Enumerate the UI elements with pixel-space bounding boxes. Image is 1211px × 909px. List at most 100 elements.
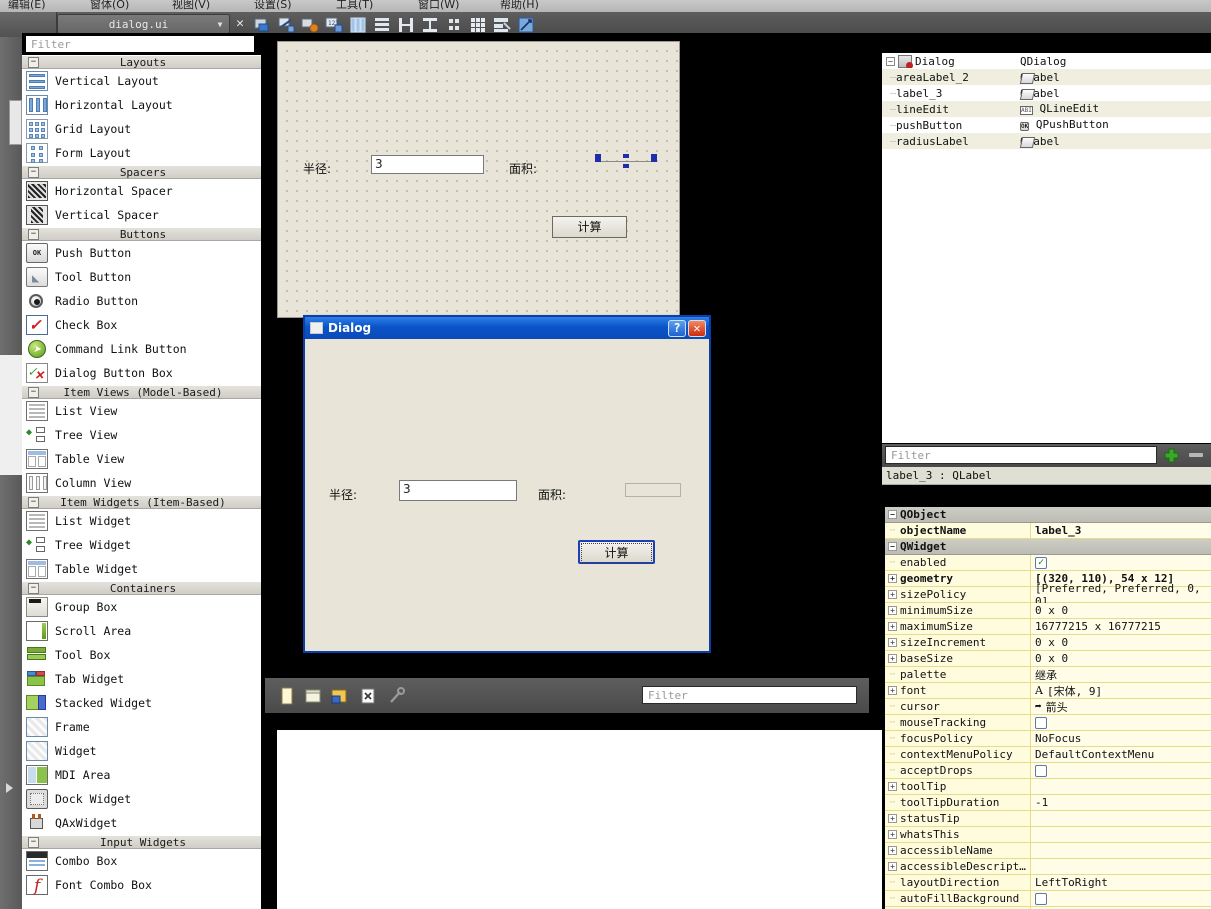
selection-handle-left[interactable]	[595, 154, 601, 162]
layout-vertically-icon[interactable]	[372, 15, 392, 35]
widget-box-item[interactable]: Table Widget	[22, 557, 261, 581]
collapse-icon[interactable]: −	[28, 56, 39, 68]
property-value[interactable]: DefaultContextMenu	[1031, 747, 1211, 762]
widget-category-header[interactable]: − Containers	[22, 581, 261, 595]
property-value[interactable]: -1	[1031, 795, 1211, 810]
expand-icon[interactable]: +	[888, 782, 897, 791]
expand-icon[interactable]: +	[888, 590, 897, 599]
menu-item-form[interactable]: 窗体(O)	[90, 0, 129, 12]
widget-category-header[interactable]: − Layouts	[22, 55, 261, 69]
widget-box-item[interactable]: Grid Layout	[22, 117, 261, 141]
property-value[interactable]	[1031, 891, 1211, 906]
widget-box-item[interactable]: Column View	[22, 471, 261, 495]
menu-item-settings[interactable]: 设置(S)	[254, 0, 292, 12]
close-form-button[interactable]: ✕	[232, 16, 248, 32]
property-value[interactable]	[1031, 779, 1211, 794]
widget-category-header[interactable]: − Buttons	[22, 227, 261, 241]
checkbox-checked-icon[interactable]: ✓	[1035, 556, 1047, 569]
new-resource-file-icon[interactable]	[277, 686, 297, 706]
widget-box-item[interactable]: ◆ Tree Widget	[22, 533, 261, 557]
widget-box-item[interactable]: MDI Area	[22, 763, 261, 787]
edit-resource-icon[interactable]	[329, 686, 349, 706]
form-selected-label-label_3[interactable]	[595, 154, 657, 170]
widget-box-item[interactable]: Tab Widget	[22, 667, 261, 691]
widget-box-item[interactable]: Group Box	[22, 595, 261, 619]
menu-item-view[interactable]: 视图(V)	[172, 0, 210, 12]
property-row[interactable]: ┈ mouseTracking	[885, 715, 1211, 731]
collapse-icon[interactable]: −	[28, 166, 39, 178]
property-row[interactable]: + accessibleDescript…	[885, 859, 1211, 875]
close-window-button[interactable]: ✕	[688, 319, 706, 337]
resource-filter-input[interactable]: Filter	[642, 686, 857, 704]
remove-property-icon[interactable]	[1186, 447, 1206, 464]
widget-category-header[interactable]: − Item Widgets (Item-Based)	[22, 495, 261, 509]
widget-box-item[interactable]: Horizontal Layout	[22, 93, 261, 117]
property-value[interactable]: A [宋体, 9]	[1031, 683, 1211, 698]
widget-box-item[interactable]: ◆ Tree View	[22, 423, 261, 447]
property-value[interactable]	[1031, 715, 1211, 730]
property-value[interactable]	[1031, 763, 1211, 778]
property-row[interactable]: + maximumSize 16777215 x 16777215	[885, 619, 1211, 635]
selection-handle-right[interactable]	[651, 154, 657, 162]
widget-category-header[interactable]: − Spacers	[22, 165, 261, 179]
collapse-icon[interactable]: −	[28, 228, 39, 240]
widget-box-item[interactable]: Table View	[22, 447, 261, 471]
widget-box-item[interactable]: QAxWidget	[22, 811, 261, 835]
widget-box-item[interactable]: ✓ ✕ Dialog Button Box	[22, 361, 261, 385]
form-area-label[interactable]: 面积:	[509, 160, 537, 177]
property-value[interactable]: 继承	[1031, 667, 1211, 682]
open-form-combobox[interactable]: dialog.ui ▼	[57, 14, 230, 34]
collapse-icon[interactable]: −	[888, 542, 897, 551]
widget-box-item[interactable]: Dock Widget	[22, 787, 261, 811]
property-row[interactable]: ┈ layoutDirection LeftToRight	[885, 875, 1211, 891]
widget-box-item[interactable]: ✓ Check Box	[22, 313, 261, 337]
property-row[interactable]: + sizePolicy [Preferred, Preferred, 0, 0]	[885, 582, 1211, 608]
property-row[interactable]: ┈ palette 继承	[885, 667, 1211, 683]
property-row[interactable]: ┈ cursor ➦ 箭头	[885, 699, 1211, 715]
widget-box-item[interactable]: Tool Box	[22, 643, 261, 667]
expand-icon[interactable]: +	[888, 814, 897, 823]
widget-box-item[interactable]: Vertical Spacer	[22, 203, 261, 227]
property-row[interactable]: + toolTip	[885, 779, 1211, 795]
property-value[interactable]: ➦ 箭头	[1031, 699, 1211, 714]
widget-box-item[interactable]: ◣ Tool Button	[22, 265, 261, 289]
menu-item-window[interactable]: 窗口(W)	[418, 0, 459, 12]
property-value[interactable]	[1031, 827, 1211, 842]
widget-box-item[interactable]: ➤ Command Link Button	[22, 337, 261, 361]
layout-horizontally-icon[interactable]	[348, 15, 368, 35]
preview-radius-input[interactable]: 3	[399, 480, 517, 501]
collapse-icon[interactable]: −	[28, 386, 39, 398]
layout-grid-icon[interactable]	[468, 15, 488, 35]
layout-form-icon[interactable]	[444, 15, 464, 35]
property-row[interactable]: ┈ autoFillBackground	[885, 891, 1211, 907]
help-button[interactable]: ?	[668, 319, 686, 337]
widget-box-item[interactable]: List View	[22, 399, 261, 423]
property-row[interactable]: ┈ contextMenuPolicy DefaultContextMenu	[885, 747, 1211, 763]
expand-icon[interactable]: +	[888, 622, 897, 631]
widget-box-item[interactable]: Combo Box	[22, 849, 261, 873]
property-value[interactable]: 0 x 0	[1031, 603, 1211, 618]
edit-tab-order-icon[interactable]: 123	[324, 15, 344, 35]
collapse-icon[interactable]: −	[28, 496, 39, 508]
collapse-icon[interactable]: −	[28, 836, 39, 848]
menu-item-help[interactable]: 帮助(H)	[500, 0, 539, 12]
expand-icon[interactable]: +	[888, 830, 897, 839]
form-calc-button[interactable]: 计算	[552, 216, 627, 238]
property-value[interactable]: NoFocus	[1031, 731, 1211, 746]
object-inspector-row[interactable]: ┈areaLabel_2 QLabel	[882, 69, 1211, 85]
widget-box-item[interactable]: Scroll Area	[22, 619, 261, 643]
form-design-canvas[interactable]: 半径: 3 面积: 计算	[277, 41, 680, 318]
widget-box-item[interactable]: Stacked Widget	[22, 691, 261, 715]
property-row[interactable]: ┈ enabled ✓	[885, 555, 1211, 571]
open-resource-file-icon[interactable]	[303, 686, 323, 706]
property-row[interactable]: ┈ acceptDrops	[885, 763, 1211, 779]
property-row[interactable]: ┈ toolTipDuration -1	[885, 795, 1211, 811]
property-row[interactable]: + accessibleName	[885, 843, 1211, 859]
expand-icon[interactable]: +	[888, 574, 897, 583]
checkbox-unchecked-icon[interactable]	[1035, 764, 1047, 777]
collapse-icon[interactable]: −	[28, 582, 39, 594]
form-radius-label[interactable]: 半径:	[303, 160, 331, 177]
property-editor-table[interactable]: − QObject ┈ objectName label_3− QWidget ┈ enabl…	[885, 507, 1211, 909]
property-row[interactable]: + sizeIncrement 0 x 0	[885, 635, 1211, 651]
tree-collapse-icon[interactable]: −	[886, 56, 895, 66]
